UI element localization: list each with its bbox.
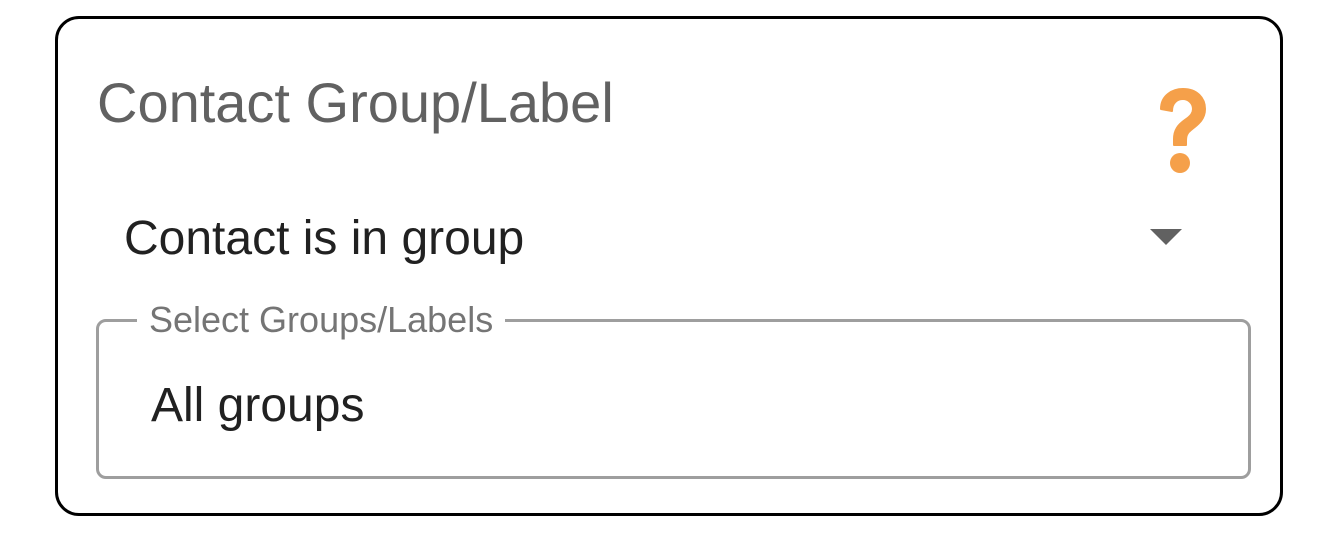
condition-select[interactable]: Contact is in group — [122, 207, 1212, 279]
groups-select-label: Select Groups/Labels — [137, 298, 506, 342]
contact-group-card: Contact Group/Label Contact is in group … — [55, 16, 1283, 516]
condition-select-value: Contact is in group — [124, 212, 525, 265]
help-button[interactable] — [1151, 87, 1211, 177]
card-title: Contact Group/Label — [97, 71, 614, 134]
caret-down-icon[interactable] — [1150, 229, 1182, 245]
groups-select-field[interactable]: Select Groups/Labels All groups — [96, 298, 1251, 479]
groups-select-value: All groups — [151, 379, 365, 432]
question-mark-icon — [1160, 88, 1206, 173]
